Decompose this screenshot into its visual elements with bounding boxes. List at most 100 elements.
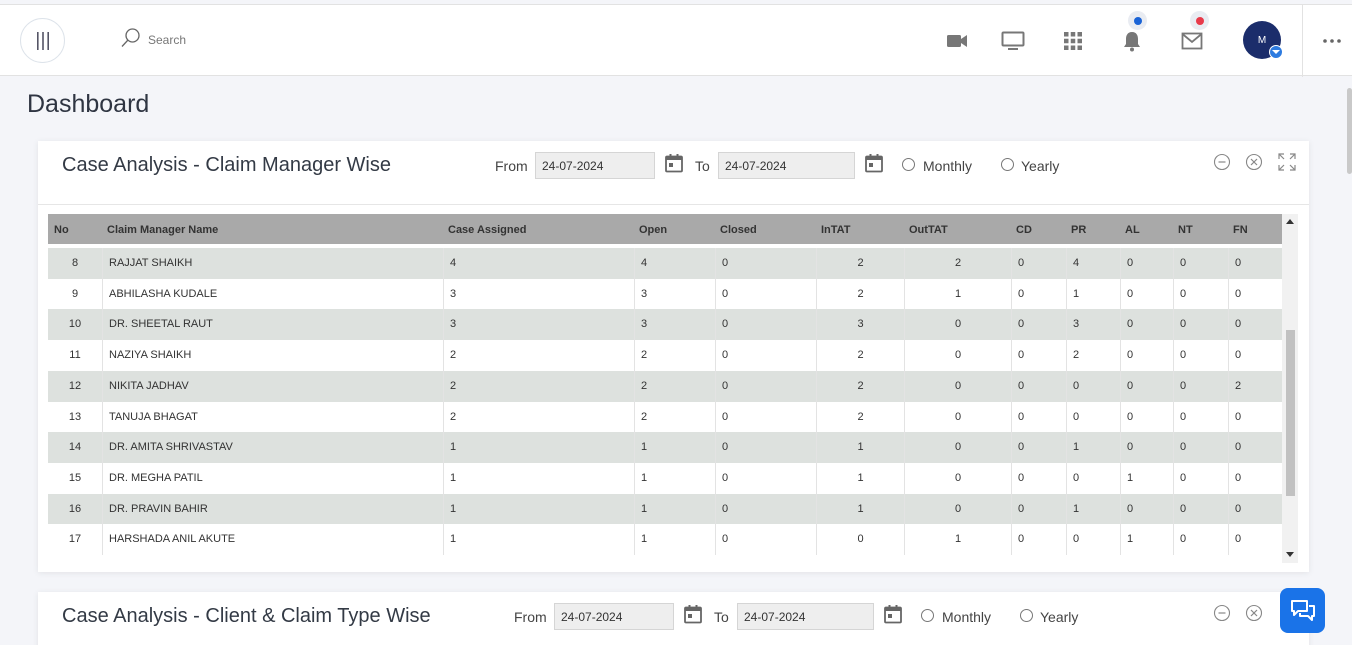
monthly-label: Monthly bbox=[942, 609, 992, 625]
more-options-button[interactable] bbox=[1320, 33, 1344, 49]
table-cell: 1 bbox=[816, 462, 904, 494]
table-cell: DR. MEGHA PATIL bbox=[102, 462, 443, 494]
table-cell: 12 bbox=[68, 379, 82, 392]
close-icon[interactable] bbox=[1245, 604, 1263, 622]
table-cell: 0 bbox=[1011, 248, 1066, 279]
column-header[interactable]: No bbox=[54, 224, 69, 236]
search-input[interactable] bbox=[148, 29, 308, 47]
table-cell: 0 bbox=[1011, 462, 1066, 494]
from-date-input[interactable] bbox=[535, 152, 655, 179]
scroll-up-arrow[interactable] bbox=[1286, 219, 1294, 224]
card-header: Case Analysis - Claim Manager Wise From … bbox=[38, 141, 1309, 205]
table-cell: 1 bbox=[816, 432, 904, 464]
table-cell: DR. SHEETAL RAUT bbox=[102, 309, 443, 341]
table-row[interactable]: 16 DR. PRAVIN BAHIR 1 1 0 1 0 0 1 0 0 0 bbox=[48, 493, 1282, 525]
table-row[interactable]: 13 TANUJA BHAGAT 2 2 0 2 0 0 0 0 0 0 bbox=[48, 401, 1282, 433]
table-cell: 0 bbox=[1011, 340, 1066, 372]
close-icon[interactable] bbox=[1245, 153, 1263, 171]
more-dots-icon bbox=[1323, 39, 1341, 43]
to-date-input[interactable] bbox=[718, 152, 855, 179]
column-header[interactable]: Claim Manager Name bbox=[107, 224, 218, 236]
table-cell: 2 bbox=[904, 248, 1011, 279]
column-header[interactable]: Closed bbox=[720, 224, 757, 236]
table-cell: 3 bbox=[816, 309, 904, 341]
table-scrollbar[interactable] bbox=[1282, 214, 1298, 563]
table-cell: 0 bbox=[1228, 432, 1282, 464]
table-cell: 0 bbox=[1120, 248, 1173, 279]
apps-button[interactable] bbox=[1061, 29, 1085, 53]
column-header[interactable]: Open bbox=[639, 224, 667, 236]
expand-icon[interactable] bbox=[1278, 153, 1296, 171]
table-cell: DR. AMITA SHRIVASTAV bbox=[102, 432, 443, 464]
column-header[interactable]: Case Assigned bbox=[448, 224, 526, 236]
page-scrollbar[interactable] bbox=[1347, 88, 1352, 174]
table-row[interactable]: 12 NIKITA JADHAV 2 2 0 2 0 0 0 0 0 2 bbox=[48, 370, 1282, 402]
table-row[interactable]: 10 DR. SHEETAL RAUT 3 3 0 3 0 0 3 0 0 0 bbox=[48, 309, 1282, 341]
table-cell: 1 bbox=[1066, 278, 1120, 310]
table-cell: DR. PRAVIN BAHIR bbox=[102, 493, 443, 525]
card-title: Case Analysis - Claim Manager Wise bbox=[62, 154, 391, 176]
calendar-icon[interactable] bbox=[883, 604, 903, 624]
table-cell: 0 bbox=[1120, 370, 1173, 402]
table-cell: 0 bbox=[1011, 309, 1066, 341]
table-cell: 11 bbox=[69, 349, 81, 362]
mail-button[interactable] bbox=[1180, 29, 1204, 53]
table-cell: NIKITA JADHAV bbox=[102, 370, 443, 402]
yearly-radio[interactable] bbox=[1001, 158, 1014, 171]
menu-toggle-button[interactable] bbox=[20, 18, 65, 63]
table-cell: 0 bbox=[1011, 278, 1066, 310]
table-cell: 2 bbox=[816, 278, 904, 310]
table-cell: 2 bbox=[816, 401, 904, 433]
table-cell: 1 bbox=[634, 462, 715, 494]
table-row[interactable]: 11 NAZIYA SHAIKH 2 2 0 2 0 0 2 0 0 0 bbox=[48, 340, 1282, 372]
table-cell: 0 bbox=[715, 309, 816, 341]
table-cell: 0 bbox=[904, 493, 1011, 525]
column-header[interactable]: OutTAT bbox=[909, 224, 948, 236]
column-header[interactable]: PR bbox=[1071, 224, 1086, 236]
column-header[interactable]: InTAT bbox=[821, 224, 851, 236]
minimize-icon[interactable] bbox=[1213, 604, 1231, 622]
table-cell: 3 bbox=[443, 309, 634, 341]
monthly-radio[interactable] bbox=[902, 158, 915, 171]
column-header[interactable]: FN bbox=[1233, 224, 1248, 236]
table-cell: 1 bbox=[634, 524, 715, 556]
table-cell: 0 bbox=[715, 340, 816, 372]
table-cell: 0 bbox=[1011, 401, 1066, 433]
table-cell: 0 bbox=[904, 432, 1011, 464]
table-cell: 1 bbox=[634, 493, 715, 525]
scroll-down-arrow[interactable] bbox=[1286, 552, 1294, 557]
column-header[interactable]: AL bbox=[1125, 224, 1140, 236]
calendar-icon[interactable] bbox=[683, 604, 703, 624]
minimize-icon[interactable] bbox=[1213, 153, 1231, 171]
monthly-radio[interactable] bbox=[921, 609, 934, 622]
table-row[interactable]: 9 ABHILASHA KUDALE 3 3 0 2 1 0 1 0 0 0 bbox=[48, 278, 1282, 310]
claim-manager-table: No Claim Manager Name Case Assigned Open Clo… bbox=[48, 214, 1298, 563]
chat-support-button[interactable] bbox=[1280, 588, 1325, 633]
search-icon[interactable] bbox=[120, 27, 142, 49]
to-date-input[interactable] bbox=[737, 603, 874, 630]
table-row[interactable]: 15 DR. MEGHA PATIL 1 1 0 1 0 0 0 1 0 0 bbox=[48, 462, 1282, 494]
screen-button[interactable] bbox=[1001, 29, 1025, 53]
table-cell: 0 bbox=[904, 401, 1011, 433]
table-cell: 17 bbox=[68, 533, 82, 546]
table-row[interactable]: 14 DR. AMITA SHRIVASTAV 1 1 0 1 0 0 1 0 0 0 bbox=[48, 432, 1282, 464]
table-row[interactable]: 8 RAJJAT SHAIKH 4 4 0 2 2 0 4 0 0 0 bbox=[48, 248, 1282, 279]
calendar-icon[interactable] bbox=[664, 153, 684, 173]
avatar-dropdown-badge[interactable] bbox=[1269, 45, 1283, 59]
table-cell: 0 bbox=[1173, 462, 1228, 494]
calendar-icon[interactable] bbox=[864, 153, 884, 173]
from-date-input[interactable] bbox=[554, 603, 674, 630]
video-camera-icon bbox=[947, 35, 967, 47]
table-cell: 2 bbox=[816, 248, 904, 279]
video-call-button[interactable] bbox=[945, 29, 969, 53]
table-row[interactable]: 17 HARSHADA ANIL AKUTE 1 1 0 0 1 0 0 1 0 0 bbox=[48, 524, 1282, 556]
notifications-button[interactable] bbox=[1120, 29, 1144, 53]
scrollbar-thumb[interactable] bbox=[1286, 330, 1295, 496]
column-header[interactable]: CD bbox=[1016, 224, 1032, 236]
to-label: To bbox=[714, 609, 729, 625]
mail-indicator bbox=[1190, 11, 1209, 30]
table-cell: 2 bbox=[816, 340, 904, 372]
table-cell: 3 bbox=[443, 278, 634, 310]
yearly-radio[interactable] bbox=[1020, 609, 1033, 622]
column-header[interactable]: NT bbox=[1178, 224, 1193, 236]
